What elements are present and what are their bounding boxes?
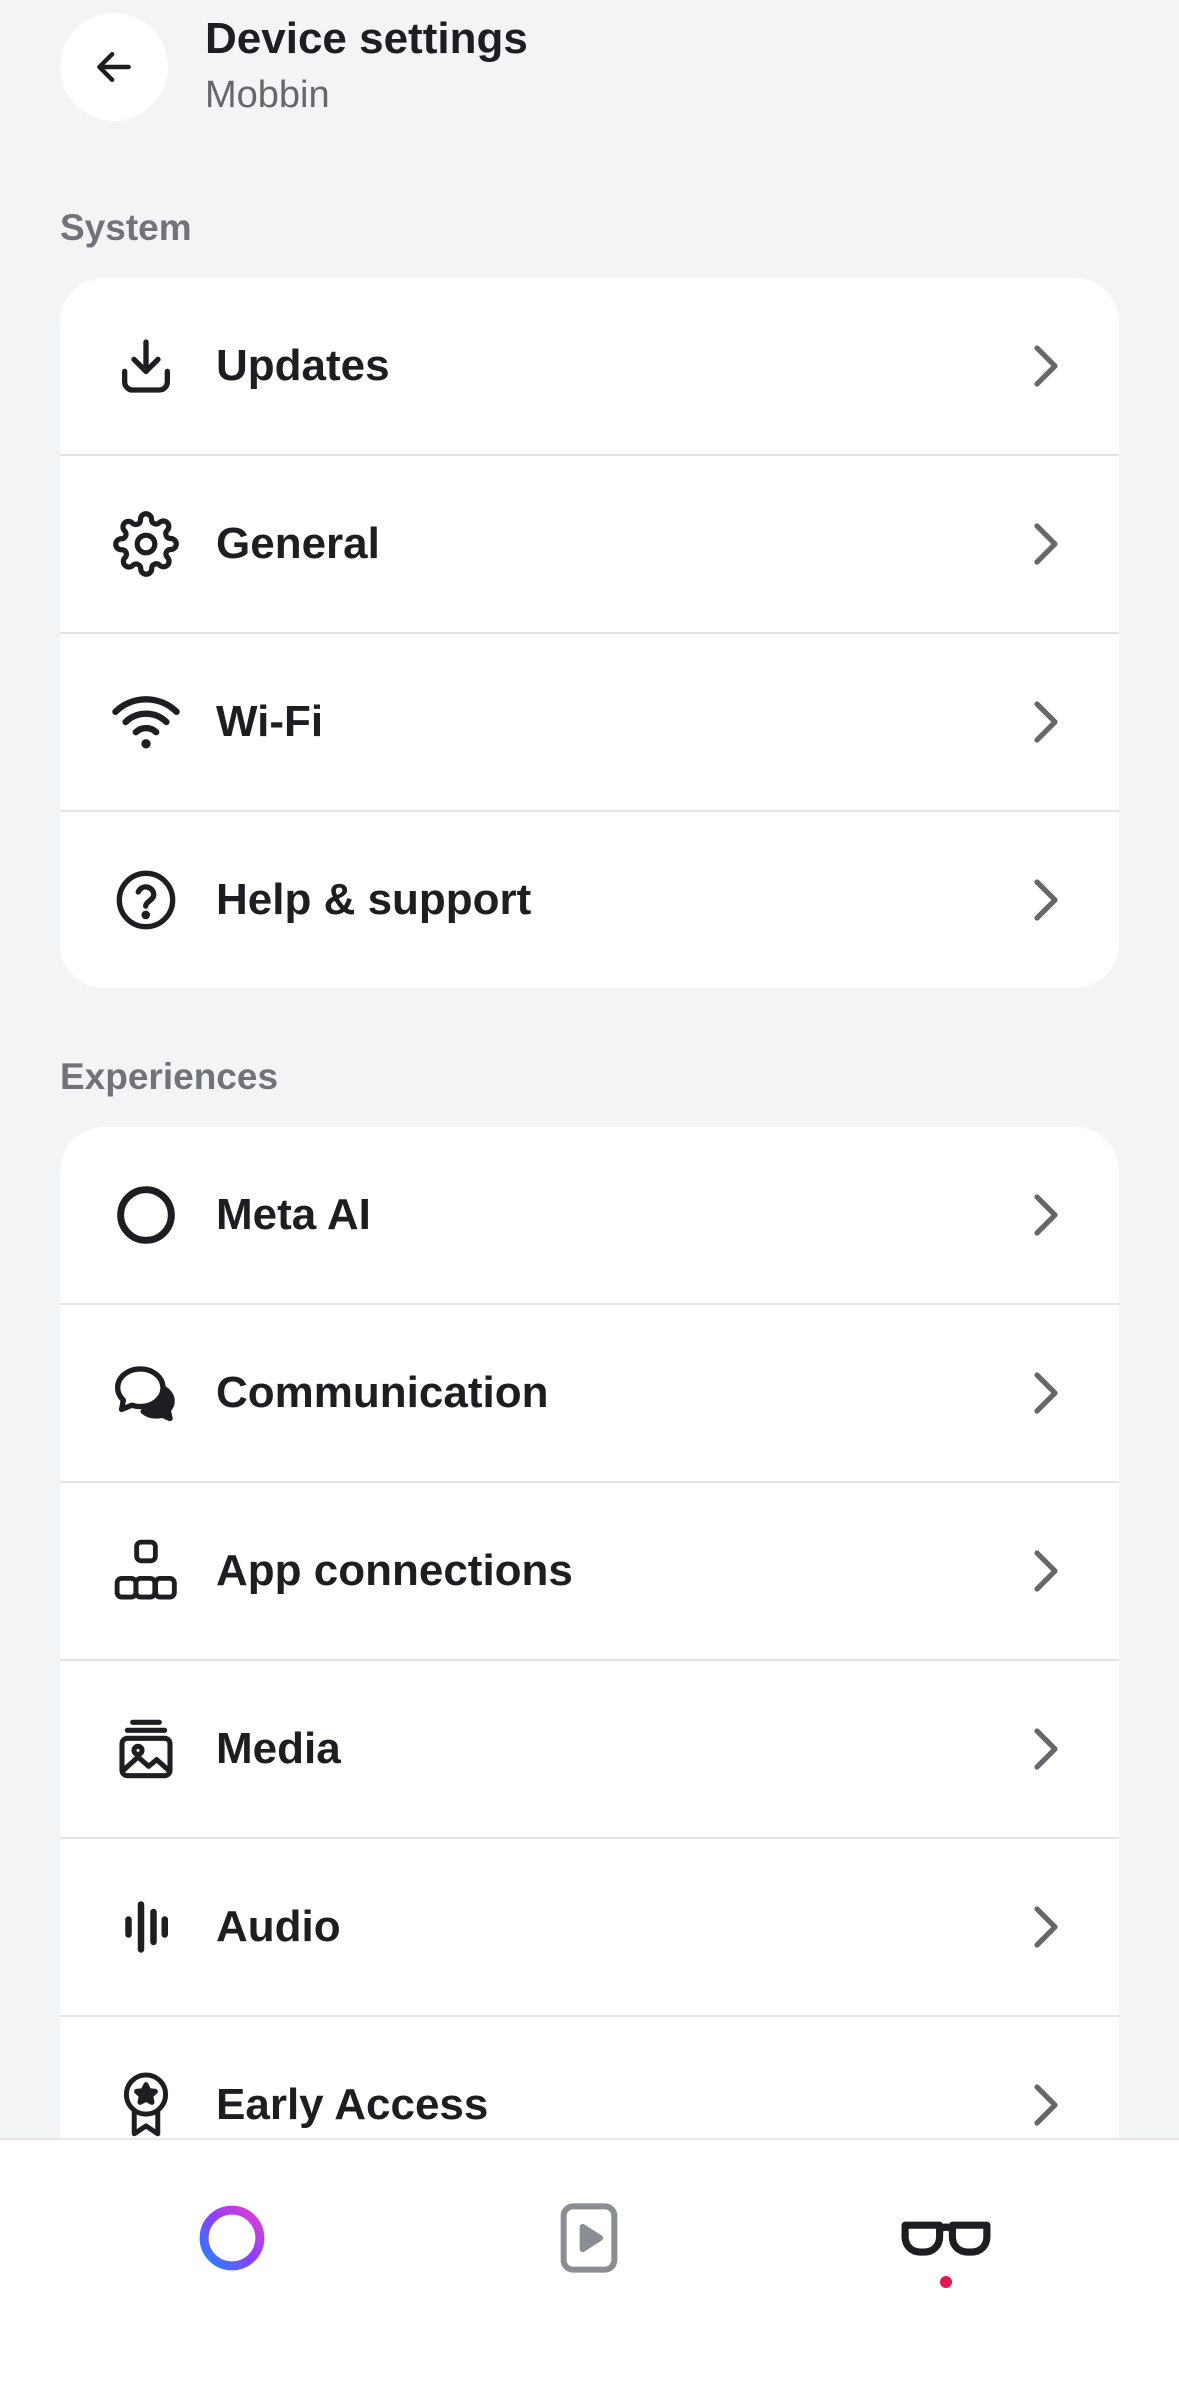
device-name: Mobbin xyxy=(205,74,330,116)
gear-icon xyxy=(110,508,182,580)
meta-ai-gradient-icon xyxy=(199,2205,265,2271)
chat-bubbles-icon xyxy=(110,1357,182,1429)
section-label-system: System xyxy=(60,207,192,248)
audio-bars-icon xyxy=(110,1891,182,1963)
download-icon xyxy=(110,330,182,402)
chevron-right-icon xyxy=(1027,1191,1063,1239)
experiences-settings-card: Meta AI Communication App connections Me… xyxy=(60,1127,1119,2193)
nav-tab-meta-ai[interactable] xyxy=(172,2178,292,2298)
settings-row-label: Media xyxy=(216,1724,341,1773)
settings-row-label: Early Access xyxy=(216,2080,489,2129)
chevron-right-icon xyxy=(1027,342,1063,390)
header: Device settings Mobbin xyxy=(0,0,1179,150)
settings-row-label: Wi-Fi xyxy=(216,697,324,746)
settings-row-label: Meta AI xyxy=(216,1190,371,1239)
settings-row-general[interactable]: General xyxy=(60,454,1119,632)
settings-row-help-support[interactable]: Help & support xyxy=(60,810,1119,988)
arrow-left-icon xyxy=(97,51,131,83)
chevron-right-icon xyxy=(1027,876,1063,924)
chevron-right-icon xyxy=(1027,2081,1063,2129)
system-settings-card: Updates General Wi-Fi Help & support xyxy=(60,278,1119,988)
wifi-icon xyxy=(110,686,182,758)
media-stack-icon xyxy=(110,1713,182,1785)
page-title: Device settings xyxy=(205,14,528,63)
glasses-icon xyxy=(901,2221,991,2256)
active-indicator-dot xyxy=(940,2276,952,2288)
play-square-icon xyxy=(560,2203,618,2273)
help-circle-icon xyxy=(110,864,182,936)
settings-row-audio[interactable]: Audio xyxy=(60,1837,1119,2015)
back-button[interactable] xyxy=(60,13,168,121)
chevron-right-icon xyxy=(1027,1369,1063,1417)
settings-row-app-connections[interactable]: App connections xyxy=(60,1481,1119,1659)
settings-row-label: App connections xyxy=(216,1546,573,1595)
chevron-right-icon xyxy=(1027,520,1063,568)
settings-row-label: Communication xyxy=(216,1368,549,1417)
settings-row-label: Help & support xyxy=(216,875,532,924)
nav-tab-media[interactable] xyxy=(529,2178,649,2298)
chevron-right-icon xyxy=(1027,1903,1063,1951)
settings-row-media[interactable]: Media xyxy=(60,1659,1119,1837)
chevron-right-icon xyxy=(1027,698,1063,746)
settings-row-meta-ai[interactable]: Meta AI xyxy=(60,1127,1119,1303)
settings-row-communication[interactable]: Communication xyxy=(60,1303,1119,1481)
chevron-right-icon xyxy=(1027,1547,1063,1595)
chevron-right-icon xyxy=(1027,1725,1063,1773)
section-label-experiences: Experiences xyxy=(60,1056,279,1097)
apps-grid-icon xyxy=(110,1535,182,1607)
meta-ai-ring-icon xyxy=(110,1179,182,1251)
settings-row-wifi[interactable]: Wi-Fi xyxy=(60,632,1119,810)
settings-row-updates[interactable]: Updates xyxy=(60,278,1119,454)
award-badge-icon xyxy=(110,2069,182,2141)
bottom-nav xyxy=(0,2138,1179,2398)
settings-row-label: Audio xyxy=(216,1902,341,1951)
settings-row-label: General xyxy=(216,519,380,568)
settings-row-label: Updates xyxy=(216,341,390,390)
